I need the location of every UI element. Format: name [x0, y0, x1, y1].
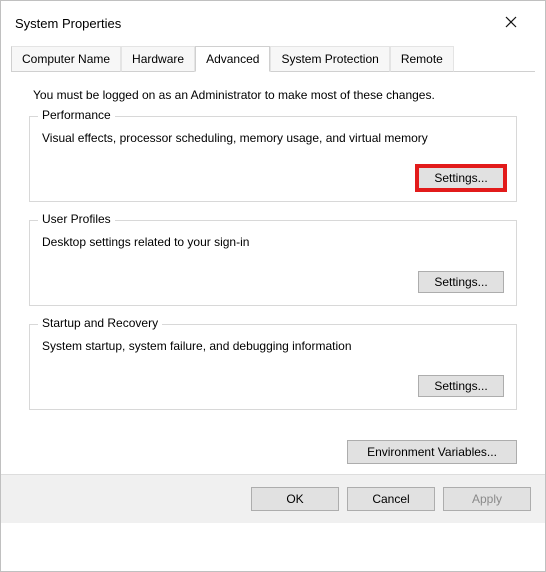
group-user-profiles-desc: Desktop settings related to your sign-in: [42, 235, 504, 249]
window-title: System Properties: [15, 16, 121, 31]
tab-hardware[interactable]: Hardware: [121, 46, 195, 72]
tab-computer-name[interactable]: Computer Name: [11, 46, 121, 72]
dialog-footer: OK Cancel Apply: [1, 474, 545, 523]
startup-recovery-settings-button[interactable]: Settings...: [418, 375, 504, 397]
group-performance-actions: Settings...: [42, 167, 504, 189]
tabs: Computer Name Hardware Advanced System P…: [11, 45, 535, 72]
tabs-container: Computer Name Hardware Advanced System P…: [1, 45, 545, 474]
group-startup-recovery-title: Startup and Recovery: [38, 316, 162, 330]
environment-variables-button[interactable]: Environment Variables...: [347, 440, 517, 464]
group-performance: Performance Visual effects, processor sc…: [29, 116, 517, 202]
ok-button[interactable]: OK: [251, 487, 339, 511]
tab-remote[interactable]: Remote: [390, 46, 454, 72]
group-user-profiles-actions: Settings...: [42, 271, 504, 293]
cancel-button[interactable]: Cancel: [347, 487, 435, 511]
tab-advanced[interactable]: Advanced: [195, 46, 270, 72]
user-profiles-settings-button[interactable]: Settings...: [418, 271, 504, 293]
system-properties-window: System Properties Computer Name Hardware…: [0, 0, 546, 572]
admin-note: You must be logged on as an Administrato…: [33, 88, 517, 102]
group-performance-desc: Visual effects, processor scheduling, me…: [42, 131, 504, 145]
tab-system-protection[interactable]: System Protection: [270, 46, 389, 72]
group-startup-recovery: Startup and Recovery System startup, sys…: [29, 324, 517, 410]
group-user-profiles-title: User Profiles: [38, 212, 115, 226]
group-performance-title: Performance: [38, 108, 115, 122]
tab-content-advanced: You must be logged on as an Administrato…: [11, 72, 535, 436]
apply-button[interactable]: Apply: [443, 487, 531, 511]
env-variables-row: Environment Variables...: [11, 436, 535, 474]
group-user-profiles: User Profiles Desktop settings related t…: [29, 220, 517, 306]
close-button[interactable]: [491, 9, 531, 37]
group-startup-recovery-desc: System startup, system failure, and debu…: [42, 339, 504, 353]
close-icon: [505, 16, 517, 31]
titlebar: System Properties: [1, 1, 545, 45]
group-startup-recovery-actions: Settings...: [42, 375, 504, 397]
performance-settings-button[interactable]: Settings...: [418, 167, 504, 189]
